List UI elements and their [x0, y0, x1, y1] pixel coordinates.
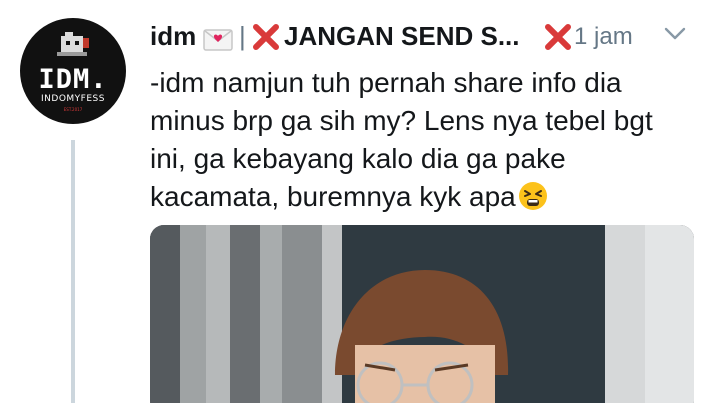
photo-image: [150, 225, 694, 403]
tweet-timestamp[interactable]: 1 jam: [574, 23, 633, 51]
love-letter-icon: [203, 29, 233, 51]
tweet-last-line-wrap: kacamata, buremnya kyk apa: [150, 178, 705, 216]
tweet-header: idm | JANGAN SEND S... 1 jam: [150, 21, 710, 61]
name-separator: |: [239, 21, 246, 51]
tweet-line: kacamata, buremnya kyk apa: [150, 181, 516, 212]
tweet-line: ini, ga kebayang kalo dia ga pake: [150, 143, 566, 174]
avatar-sub-text: INDOMYFESS: [41, 94, 105, 104]
thread-line: [71, 140, 75, 403]
chevron-down-icon[interactable]: [664, 27, 686, 41]
display-name[interactable]: idm: [150, 21, 196, 52]
cross-mark-icon: [545, 24, 571, 50]
cross-mark-icon: [253, 24, 279, 50]
tweet-line: -idm namjun tuh pernah share info dia: [150, 67, 622, 98]
avatar[interactable]: IDM. INDOMYFESS EST.2017: [20, 18, 126, 124]
avatar-tiny-text: EST.2017: [63, 107, 83, 112]
tweet-media-image[interactable]: [150, 225, 694, 403]
tweet-body: -idm namjun tuh pernah share info dia mi…: [150, 64, 705, 216]
tweet-line: minus brp ga sih my? Lens nya tebel bgt: [150, 105, 653, 136]
tired-face-icon: [518, 182, 547, 210]
avatar-logo-text: IDM.: [38, 64, 108, 95]
handle-label: JANGAN SEND S...: [284, 21, 520, 51]
mascot-icon: [57, 32, 89, 56]
